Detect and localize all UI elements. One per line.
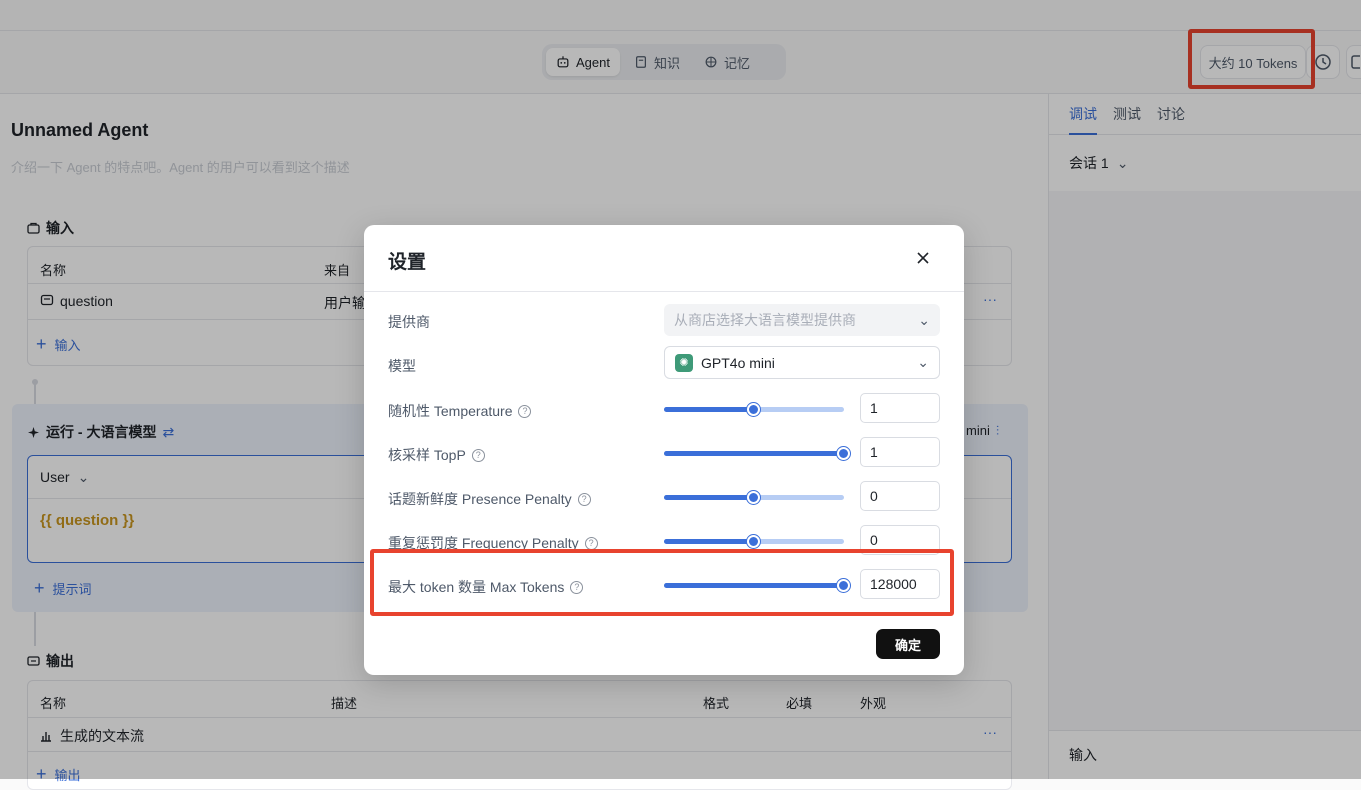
max-tokens-highlight — [370, 549, 954, 616]
topp-slider[interactable] — [664, 447, 850, 460]
temperature-input[interactable]: 1 — [860, 393, 940, 423]
model-label-text: 模型 — [388, 358, 416, 374]
help-icon[interactable]: ? — [577, 492, 591, 506]
frequency-slider[interactable] — [664, 535, 844, 548]
param-label: 话题新鲜度 Presence Penalty? — [388, 489, 591, 509]
param-row-temperature: 随机性 Temperature? 1 — [388, 393, 940, 425]
presence-slider[interactable] — [664, 491, 844, 504]
chevron-down-icon: ⌄ — [918, 311, 930, 328]
modal-title: 设置 — [388, 252, 427, 273]
temperature-slider[interactable] — [664, 403, 844, 416]
model-select[interactable]: ✺ GPT4o mini ⌄ — [664, 346, 940, 379]
model-label: 模型 — [388, 356, 416, 376]
close-icon — [917, 252, 929, 264]
provider-label: 提供商 — [388, 312, 430, 332]
slider-thumb[interactable] — [747, 491, 760, 504]
close-button[interactable] — [912, 247, 934, 269]
help-icon[interactable]: ? — [584, 536, 598, 550]
openai-icon: ✺ — [675, 353, 693, 372]
chevron-down-icon: ⌄ — [917, 354, 929, 370]
slider-fill — [664, 495, 754, 500]
presence-input[interactable]: 0 — [860, 481, 940, 511]
help-icon[interactable]: ? — [471, 448, 485, 462]
param-label: 核采样 TopP? — [388, 445, 485, 465]
slider-fill — [664, 407, 754, 412]
slider-thumb[interactable] — [837, 447, 850, 460]
param-label-text: 话题新鲜度 Presence Penalty — [388, 491, 572, 507]
confirm-button[interactable]: 确定 — [876, 629, 940, 659]
provider-select[interactable]: 从商店选择大语言模型提供商 ⌄ — [664, 304, 940, 336]
divider — [364, 291, 964, 292]
slider-fill — [664, 539, 754, 544]
provider-placeholder: 从商店选择大语言模型提供商 — [674, 312, 856, 328]
param-row-topp: 核采样 TopP? 1 — [388, 437, 940, 469]
param-label-text: 核采样 TopP — [388, 447, 466, 463]
param-row-presence: 话题新鲜度 Presence Penalty? 0 — [388, 481, 940, 513]
provider-label-text: 提供商 — [388, 314, 430, 330]
param-label: 随机性 Temperature? — [388, 401, 532, 421]
slider-thumb[interactable] — [747, 535, 760, 548]
slider-thumb[interactable] — [747, 403, 760, 416]
slider-fill — [664, 451, 844, 456]
topp-input[interactable]: 1 — [860, 437, 940, 467]
help-icon[interactable]: ? — [518, 404, 532, 418]
param-label-text: 随机性 Temperature — [388, 403, 513, 419]
model-row: 模型 ✺ GPT4o mini ⌄ — [388, 346, 940, 379]
provider-row: 提供商 从商店选择大语言模型提供商 ⌄ — [388, 304, 940, 336]
model-value: GPT4o mini — [701, 354, 775, 371]
